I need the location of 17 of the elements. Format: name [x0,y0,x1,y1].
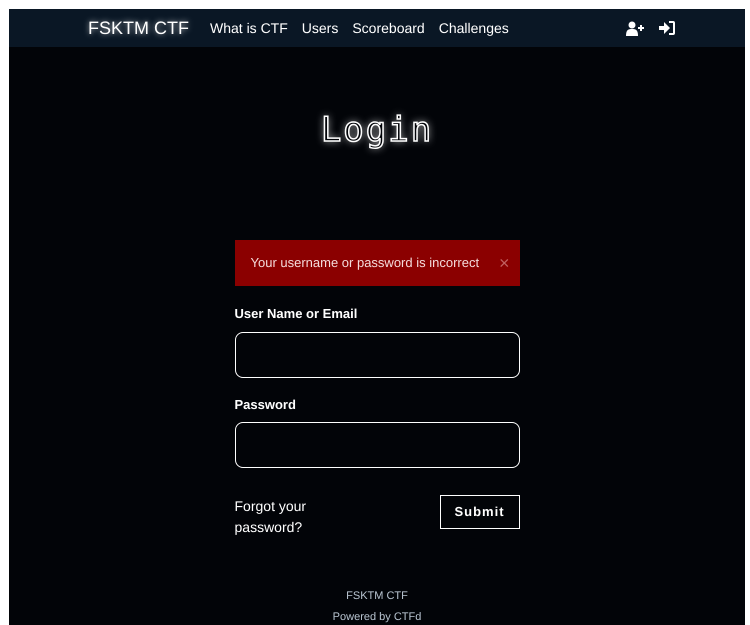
forgot-password-link[interactable]: Forgot your password? [234,496,324,538]
submit-button[interactable]: Submit [440,495,520,529]
footer-title: FSKTM CTF [346,589,408,604]
login-icon[interactable] [659,21,675,35]
brand-link[interactable]: FSKTM CTF [88,14,189,42]
register-icon[interactable] [626,20,645,36]
page-title: Login [320,109,434,152]
field-label: Password [234,396,297,414]
input-field[interactable] [234,332,520,378]
footer-credit: Powered by CTFd [332,610,422,624]
nav-link[interactable]: Challenges [438,18,509,38]
nav-link[interactable]: What is CTF [210,18,288,38]
nav-link[interactable]: Users [302,18,338,38]
nav-link[interactable]: Scoreboard [352,18,425,38]
alert-message: Your username or password is incorrect [250,254,480,272]
input-field[interactable] [234,422,520,468]
field-label: User Name or Email [234,305,358,323]
